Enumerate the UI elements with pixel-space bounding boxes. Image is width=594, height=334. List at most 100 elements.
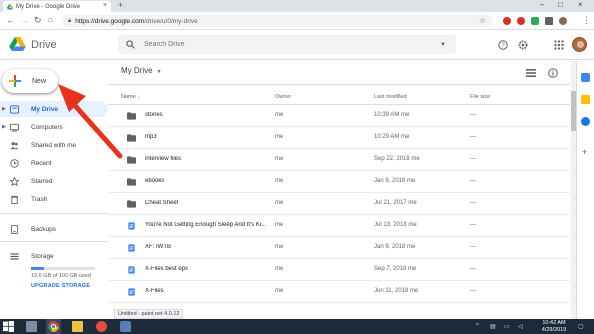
location-title[interactable]: My Drive ▼ [121, 66, 162, 75]
vivaldi-icon[interactable] [96, 321, 107, 332]
file-size: — [470, 266, 476, 272]
folder-icon [127, 156, 136, 164]
file-size: — [470, 244, 476, 250]
search-box[interactable]: ▼ [118, 35, 456, 54]
extension-pinterest-icon[interactable] [517, 17, 525, 25]
column-header-owner[interactable]: Owner [275, 94, 291, 100]
google-doc-icon [128, 244, 135, 252]
brand-name[interactable]: Drive [31, 39, 57, 51]
help-icon[interactable]: ? [498, 40, 508, 50]
file-modified: Jul 21, 2017 me [374, 200, 417, 206]
tab-close-icon[interactable]: × [103, 2, 107, 9]
file-row[interactable]: Cheat Sheet me Jul 21, 2017 me — [108, 193, 570, 215]
file-name: ebooks [145, 178, 165, 184]
windows-start-icon[interactable] [3, 321, 14, 332]
bookmark-star-icon[interactable]: ☆ [479, 16, 486, 25]
search-options-icon[interactable]: ▼ [440, 42, 446, 48]
file-size: — [470, 178, 476, 184]
new-tab-button[interactable]: + [118, 0, 123, 10]
new-button-label: New [32, 77, 47, 85]
google-doc-icon [128, 288, 135, 296]
window-close-icon[interactable]: × [578, 0, 583, 9]
network-icon[interactable]: ▤ [490, 323, 496, 330]
back-icon[interactable]: ← [6, 15, 15, 25]
chevron-down-icon[interactable]: ▼ [157, 69, 162, 75]
tray-expand-icon[interactable]: ^ [476, 323, 479, 329]
keep-icon[interactable] [581, 95, 590, 104]
settings-gear-icon[interactable] [518, 40, 528, 50]
chrome-taskbar-icon[interactable] [48, 321, 59, 332]
file-row[interactable]: stories me 10:39 AM me — [108, 105, 570, 127]
file-size: — [470, 222, 476, 228]
file-row[interactable]: X-Files me Jun 11, 2018 me — [108, 281, 570, 303]
storage-icon [10, 252, 19, 260]
browser-menu-icon[interactable]: ⋮ [582, 15, 591, 26]
paint-net-icon[interactable] [120, 321, 131, 332]
cast-icon[interactable] [545, 17, 553, 25]
sidebar-item-backups[interactable]: Backups [0, 221, 108, 237]
extension-red-icon[interactable] [503, 17, 511, 25]
file-size: — [470, 200, 476, 206]
sidebar-item-recent[interactable]: Recent [0, 155, 108, 171]
expand-arrow-icon[interactable]: ▶ [2, 106, 6, 112]
file-name: interview files [145, 156, 182, 162]
file-name: You're Not Getting Enough Sleep And It's… [145, 222, 267, 228]
minimize-icon[interactable]: – [540, 0, 544, 9]
storage-progress-fill [31, 267, 44, 270]
extension-green-icon[interactable] [531, 17, 539, 25]
details-info-icon[interactable] [548, 68, 558, 78]
sidebar-item-shared[interactable]: Shared with me [0, 137, 108, 153]
folder-icon [127, 200, 136, 208]
my-drive-icon [10, 104, 19, 114]
profile-avatar-small[interactable] [559, 17, 567, 25]
file-name: X-Files [145, 288, 164, 294]
search-icon[interactable] [126, 40, 135, 49]
plus-icon [9, 75, 21, 87]
file-owner: me [275, 134, 284, 140]
search-input[interactable] [144, 41, 424, 48]
taskbar-clock[interactable]: 10:42 AM 4/29/2019 [536, 320, 572, 333]
expand-arrow-icon[interactable]: ▶ [2, 124, 6, 130]
file-row[interactable]: You're Not Getting Enough Sleep And It's… [108, 215, 570, 237]
battery-icon[interactable]: ▭ [504, 323, 510, 330]
browser-tab[interactable]: My Drive - Google Drive × [3, 1, 111, 12]
tasks-icon[interactable] [581, 117, 590, 126]
calendar-icon[interactable] [581, 73, 590, 82]
clock-icon [10, 158, 19, 168]
omnibox[interactable]: 🔒︎ https://drive.google.com/drive/u/0/my… [62, 15, 492, 27]
apps-grid-icon[interactable] [554, 40, 564, 50]
tab-title: My Drive - Google Drive [16, 3, 81, 10]
file-row[interactable]: XF: IWTB me Jan 9, 2018 me — [108, 237, 570, 259]
file-owner: me [275, 178, 284, 184]
sidebar-item-storage[interactable]: Storage [0, 248, 108, 264]
sidebar-item-trash[interactable]: Trash [0, 191, 108, 207]
divider [108, 84, 570, 85]
notifications-icon[interactable]: ▢ [578, 323, 584, 330]
volume-icon[interactable]: ◁ [518, 323, 523, 330]
sidebar-item-starred[interactable]: Starred [0, 173, 108, 189]
home-icon[interactable]: ⌂ [48, 15, 53, 24]
file-row[interactable]: mp3 me 10:29 AM me — [108, 127, 570, 149]
upgrade-storage-link[interactable]: UPGRADE STORAGE [31, 283, 90, 289]
column-header-size[interactable]: File size [470, 94, 490, 100]
task-view-icon[interactable] [26, 321, 37, 332]
account-avatar[interactable] [572, 37, 587, 52]
column-header-name[interactable]: Name ↓ [121, 94, 140, 100]
add-addon-icon[interactable]: + [582, 147, 587, 157]
drive-header: Drive ▼ ? [0, 30, 594, 60]
sidebar-item-computers[interactable]: ▶ Computers [0, 119, 108, 135]
new-button[interactable]: New [2, 69, 58, 93]
drive-logo-icon[interactable] [9, 37, 26, 51]
sidebar-item-my-drive[interactable]: ▶ My Drive [0, 101, 108, 117]
file-size: — [470, 134, 476, 140]
file-explorer-icon[interactable] [72, 321, 83, 332]
maximize-icon[interactable]: □ [558, 0, 563, 9]
file-row[interactable]: X-Files best eps me Sep 7, 2018 me — [108, 259, 570, 281]
file-row[interactable]: interview files me Sep 22, 2018 me — [108, 149, 570, 171]
file-modified: 10:39 AM me [374, 112, 410, 118]
reload-icon[interactable]: ↻ [34, 15, 42, 26]
forward-icon[interactable]: → [20, 15, 29, 25]
column-header-modified[interactable]: Last modified [374, 94, 407, 100]
file-row[interactable]: ebooks me Jan 9, 2018 me — [108, 171, 570, 193]
list-view-icon[interactable] [526, 68, 536, 78]
